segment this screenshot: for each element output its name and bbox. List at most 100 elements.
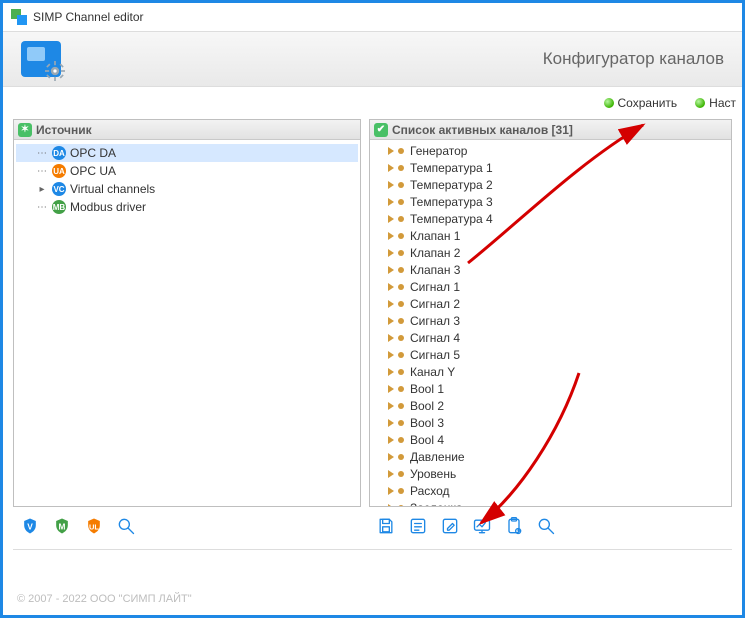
protocol-icon: MB: [52, 200, 66, 214]
channel-label: Сигнал 5: [410, 348, 460, 362]
channel-item[interactable]: Клапан 1: [370, 227, 731, 244]
search-icon: [536, 516, 556, 536]
protocol-icon: VC: [52, 182, 66, 196]
module-icon: [21, 41, 61, 77]
tree-branch-icon: ⋯: [36, 166, 48, 177]
tag-icon: [388, 232, 396, 240]
channel-item[interactable]: Сигнал 3: [370, 312, 731, 329]
channel-label: Клапан 3: [410, 263, 460, 277]
channel-item[interactable]: Давление: [370, 448, 731, 465]
channel-item[interactable]: Сигнал 4: [370, 329, 731, 346]
tag-icon: [398, 471, 404, 477]
channel-item[interactable]: Сигнал 2: [370, 295, 731, 312]
channel-label: Давление: [410, 450, 465, 464]
footer-copyright: © 2007 - 2022 ООО "СИМП ЛАЙТ": [17, 593, 192, 605]
source-header-icon: ✶: [18, 123, 32, 137]
source-item[interactable]: ▸VCVirtual channels: [16, 180, 358, 198]
channel-item[interactable]: Уровень: [370, 465, 731, 482]
settings-label: Наст: [709, 96, 736, 110]
source-item[interactable]: ⋯DAOPC DA: [16, 144, 358, 162]
tag-icon: [398, 284, 404, 290]
channel-item[interactable]: Bool 3: [370, 414, 731, 431]
tag-icon: [398, 335, 404, 341]
tag-icon: [398, 386, 404, 392]
chart-button[interactable]: [471, 515, 493, 537]
svg-text:V: V: [27, 521, 33, 531]
active-toolbar: [369, 509, 732, 543]
channel-label: Сигнал 2: [410, 297, 460, 311]
tag-icon: [398, 369, 404, 375]
tag-icon: [388, 402, 396, 410]
active-channels-list[interactable]: ГенераторТемпература 1Температура 2Темпе…: [370, 140, 731, 506]
props-button[interactable]: [407, 515, 429, 537]
edit-icon: [440, 516, 460, 536]
channel-item[interactable]: Температура 4: [370, 210, 731, 227]
tag-icon: [388, 385, 396, 393]
shield-m-button[interactable]: M: [51, 515, 73, 537]
tag-icon: [398, 420, 404, 426]
tag-icon: [398, 216, 404, 222]
channel-item[interactable]: Канал Y: [370, 363, 731, 380]
status-dot-icon: [695, 98, 705, 108]
shield-v-icon: V: [20, 516, 40, 536]
source-panel-header: ✶ Источник: [14, 120, 360, 140]
search-button[interactable]: [535, 515, 557, 537]
channel-item[interactable]: Генератор: [370, 142, 731, 159]
protocol-icon: DA: [52, 146, 66, 160]
channel-item[interactable]: Расход: [370, 482, 731, 499]
channel-label: Уровень: [410, 467, 456, 481]
channel-item[interactable]: Клапан 2: [370, 244, 731, 261]
channel-label: Сигнал 3: [410, 314, 460, 328]
channel-item[interactable]: Bool 4: [370, 431, 731, 448]
channel-item[interactable]: Сигнал 5: [370, 346, 731, 363]
props-icon: [408, 516, 428, 536]
tag-icon: [388, 181, 396, 189]
channel-item[interactable]: Bool 2: [370, 397, 731, 414]
source-tree[interactable]: ⋯DAOPC DA⋯UAOPC UA▸VCVirtual channels⋯MB…: [14, 140, 360, 506]
expand-icon[interactable]: ▸: [36, 184, 48, 195]
tag-icon: [398, 437, 404, 443]
tag-icon: [388, 504, 396, 507]
tag-icon: [398, 182, 404, 188]
source-item[interactable]: ⋯ MB Modbus driver: [16, 198, 358, 216]
channel-item[interactable]: Сигнал 1: [370, 278, 731, 295]
save-button[interactable]: Сохранить: [604, 96, 678, 110]
save-disk-button[interactable]: [375, 515, 397, 537]
tag-icon: [398, 301, 404, 307]
settings-button[interactable]: Наст: [695, 96, 736, 110]
channel-label: Bool 4: [410, 433, 444, 447]
tag-icon: [388, 266, 396, 274]
search-icon: [116, 516, 136, 536]
channel-item[interactable]: Температура 3: [370, 193, 731, 210]
search-button[interactable]: [115, 515, 137, 537]
channel-label: Температура 2: [410, 178, 493, 192]
channel-label: Bool 3: [410, 416, 444, 430]
shield-v-button[interactable]: V: [19, 515, 41, 537]
edit-button[interactable]: [439, 515, 461, 537]
tag-icon: [398, 199, 404, 205]
tag-icon: [388, 368, 396, 376]
clipboard-button[interactable]: [503, 515, 525, 537]
tag-icon: [388, 300, 396, 308]
tag-icon: [398, 318, 404, 324]
tag-icon: [398, 233, 404, 239]
tag-icon: [388, 419, 396, 427]
tag-icon: [398, 488, 404, 494]
channel-item[interactable]: Температура 1: [370, 159, 731, 176]
source-item-label: Modbus driver: [70, 200, 146, 214]
source-item[interactable]: ⋯UAOPC UA: [16, 162, 358, 180]
tag-icon: [398, 148, 404, 154]
tag-icon: [388, 436, 396, 444]
channel-item[interactable]: Bool 1: [370, 380, 731, 397]
channel-item[interactable]: Заслонка: [370, 499, 731, 506]
channel-item[interactable]: Клапан 3: [370, 261, 731, 278]
tag-icon: [388, 487, 396, 495]
shield-ul-button[interactable]: UL: [83, 515, 105, 537]
channel-item[interactable]: Температура 2: [370, 176, 731, 193]
tag-icon: [398, 505, 404, 507]
app-icon: [11, 9, 27, 25]
channel-label: Расход: [410, 484, 450, 498]
tag-icon: [388, 470, 396, 478]
source-item-label: OPC UA: [70, 164, 116, 178]
tree-branch-icon: ⋯: [36, 202, 48, 213]
